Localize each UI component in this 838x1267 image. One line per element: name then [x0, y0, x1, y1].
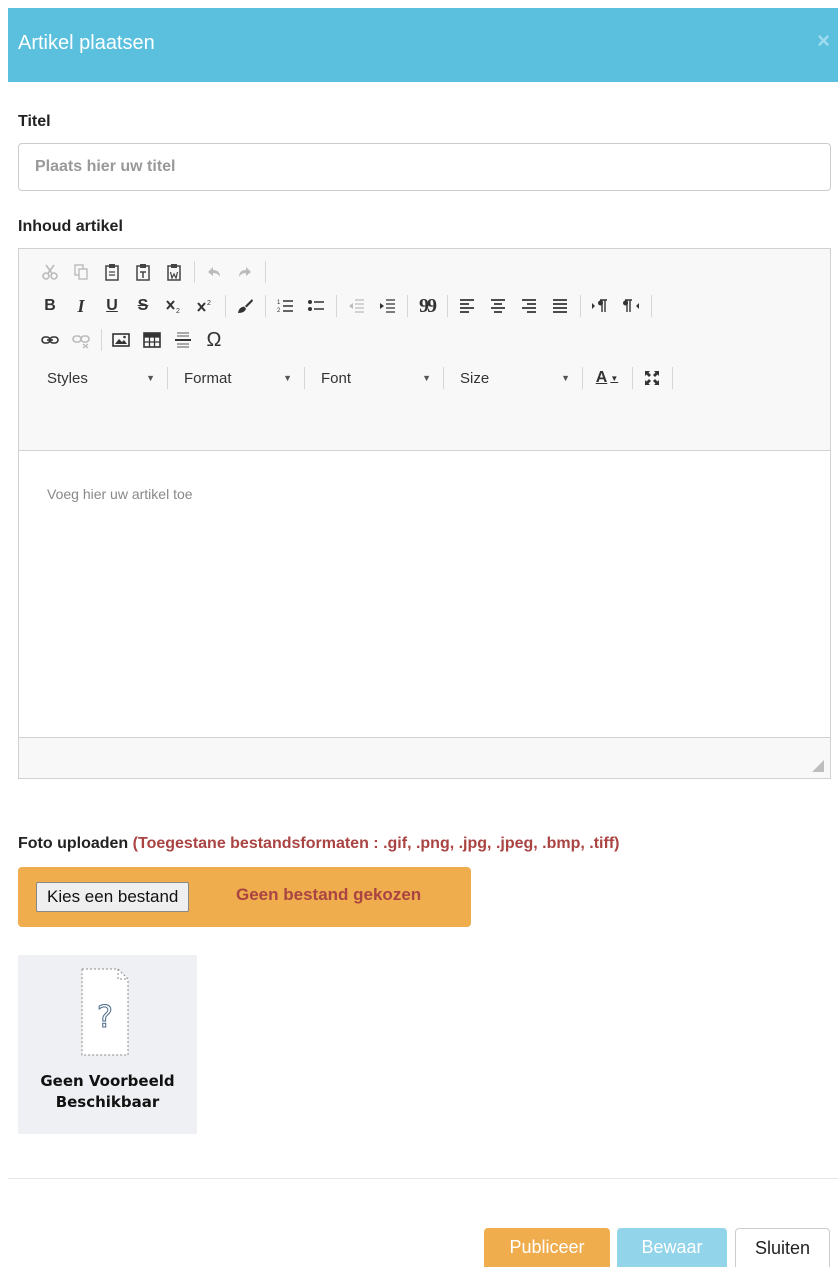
- bulleted-list-icon[interactable]: [303, 293, 329, 319]
- styles-dropdown[interactable]: Styles ▼: [37, 363, 165, 393]
- svg-text:?: ?: [97, 1000, 113, 1035]
- text-color-button[interactable]: A ▼: [589, 365, 625, 391]
- font-dropdown[interactable]: Font ▼: [311, 363, 441, 393]
- toolbar-separator: [632, 367, 633, 389]
- upload-label: Foto uploaden (Toegestane bestandsformat…: [18, 835, 619, 853]
- format-dropdown[interactable]: Format ▼: [174, 363, 302, 393]
- chevron-down-icon: ▼: [422, 373, 431, 383]
- subscript-icon[interactable]: 2: [161, 293, 187, 319]
- toolbar-separator: [194, 261, 195, 283]
- choose-file-button[interactable]: Kies een bestand: [36, 882, 190, 912]
- special-character-button[interactable]: Ω: [201, 327, 227, 353]
- superscript-icon[interactable]: 2: [192, 293, 218, 319]
- redo-icon[interactable]: [232, 259, 258, 285]
- content-label: Inhoud artikel: [18, 218, 123, 235]
- underline-button[interactable]: U: [99, 293, 125, 319]
- text-color-icon: A: [595, 369, 608, 386]
- copy-icon[interactable]: [68, 259, 94, 285]
- text-direction-rtl-icon[interactable]: [618, 293, 644, 319]
- horizontal-rule-icon[interactable]: [170, 327, 196, 353]
- paste-icon[interactable]: [99, 259, 125, 285]
- file-status-text: Geen bestand gekozen: [236, 885, 422, 904]
- svg-text:2: 2: [176, 308, 180, 315]
- resize-handle-icon[interactable]: [812, 760, 824, 772]
- toolbar-row-clipboard: [37, 257, 272, 287]
- toolbar-separator: [582, 367, 583, 389]
- table-icon[interactable]: [139, 327, 165, 353]
- upload-label-text: Foto uploaden: [18, 835, 129, 852]
- numbered-list-icon[interactable]: 12: [272, 293, 298, 319]
- save-button[interactable]: Bewaar: [617, 1228, 727, 1267]
- close-button[interactable]: Sluiten: [735, 1228, 830, 1267]
- align-center-icon[interactable]: [485, 293, 511, 319]
- image-icon[interactable]: [108, 327, 134, 353]
- chevron-down-icon: ▼: [610, 373, 619, 383]
- undo-icon[interactable]: [201, 259, 227, 285]
- footer-divider: [8, 1178, 838, 1179]
- dialog-title: Artikel plaatsen: [18, 32, 155, 54]
- title-label: Titel: [18, 113, 51, 130]
- toolbar-row-styles: Styles ▼ Format ▼ Font ▼ Size ▼ A ▼: [37, 359, 679, 397]
- toolbar-separator: [167, 367, 168, 389]
- italic-button[interactable]: I: [68, 293, 94, 319]
- upload-format-hint: (Toegestane bestandsformaten : .gif, .pn…: [132, 835, 620, 852]
- close-icon[interactable]: ×: [817, 28, 830, 54]
- toolbar-separator: [101, 329, 102, 351]
- toolbar-row-formatting: B I U S 2 2 12 99: [37, 291, 658, 321]
- dialog-header: Artikel plaatsen ×: [8, 8, 838, 82]
- styles-dropdown-label: Styles: [47, 369, 88, 387]
- svg-text:1: 1: [277, 300, 281, 306]
- bold-button[interactable]: B: [37, 293, 63, 319]
- toolbar-separator: [443, 367, 444, 389]
- toolbar-separator: [447, 295, 448, 317]
- toolbar-row-insert: Ω: [37, 325, 232, 355]
- chevron-down-icon: ▼: [283, 373, 292, 383]
- toolbar-separator: [225, 295, 226, 317]
- text-direction-ltr-icon[interactable]: [587, 293, 613, 319]
- editor-toolbar: B I U S 2 2 12 99 Ω Styles ▼ Format ▼ Fo…: [19, 249, 830, 451]
- editor-content-area[interactable]: Voeg hier uw artikel toe: [19, 452, 830, 738]
- title-input[interactable]: [18, 143, 831, 191]
- decrease-indent-icon[interactable]: [343, 293, 369, 319]
- align-right-icon[interactable]: [516, 293, 542, 319]
- editor-statusbar: [19, 737, 830, 778]
- no-preview-line-2: Beschikbaar: [55, 1093, 160, 1111]
- size-dropdown[interactable]: Size ▼: [450, 363, 580, 393]
- unlink-icon[interactable]: [68, 327, 94, 353]
- toolbar-separator: [672, 367, 673, 389]
- toolbar-separator: [580, 295, 581, 317]
- justify-icon[interactable]: [547, 293, 573, 319]
- increase-indent-icon[interactable]: [374, 293, 400, 319]
- no-preview-icon: ?: [81, 968, 129, 1056]
- font-dropdown-label: Font: [321, 369, 352, 387]
- link-icon[interactable]: [37, 327, 63, 353]
- no-preview-line-1: Geen Voorbeeld: [40, 1072, 175, 1090]
- maximize-icon[interactable]: [639, 365, 665, 391]
- file-upload-field: Kies een bestand Geen bestand gekozen: [18, 867, 471, 927]
- align-left-icon[interactable]: [454, 293, 480, 319]
- rich-text-editor: B I U S 2 2 12 99 Ω Styles ▼ Format ▼ Fo…: [18, 248, 831, 779]
- toolbar-separator: [265, 261, 266, 283]
- toolbar-separator: [265, 295, 266, 317]
- publish-button[interactable]: Publiceer: [484, 1228, 610, 1267]
- size-dropdown-label: Size: [460, 369, 490, 387]
- remove-format-icon[interactable]: [232, 293, 258, 319]
- paste-word-icon[interactable]: [161, 259, 187, 285]
- toolbar-separator: [407, 295, 408, 317]
- image-preview: ? Geen Voorbeeld Beschikbaar: [18, 955, 197, 1134]
- format-dropdown-label: Format: [184, 369, 232, 387]
- no-preview-caption: Geen Voorbeeld Beschikbaar: [18, 1071, 197, 1113]
- strikethrough-button[interactable]: S: [130, 293, 156, 319]
- editor-placeholder: Voeg hier uw artikel toe: [47, 486, 193, 502]
- chevron-down-icon: ▼: [561, 373, 570, 383]
- svg-text:2: 2: [277, 308, 281, 314]
- svg-text:2: 2: [207, 300, 211, 307]
- toolbar-separator: [304, 367, 305, 389]
- cut-icon[interactable]: [37, 259, 63, 285]
- blockquote-button[interactable]: 99: [414, 293, 440, 319]
- toolbar-separator: [336, 295, 337, 317]
- chevron-down-icon: ▼: [146, 373, 155, 383]
- paste-text-icon[interactable]: [130, 259, 156, 285]
- toolbar-separator: [651, 295, 652, 317]
